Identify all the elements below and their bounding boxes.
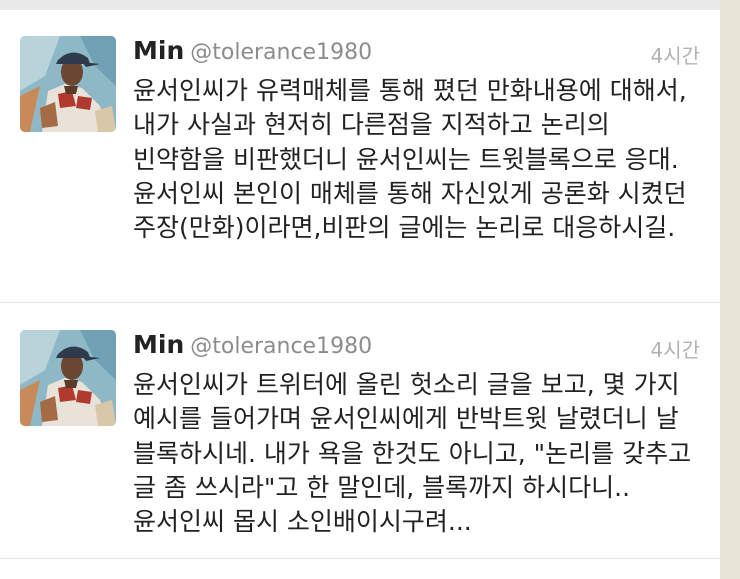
tweet-timestamp[interactable]: 4시간: [650, 334, 700, 363]
tweet-text: 윤서인씨가 유력매체를 통해 폈던 만화내용에 대해서, 내가 사실과 현저히 …: [133, 76, 687, 243]
user-handle[interactable]: @tolerance1980: [190, 40, 372, 65]
user-name[interactable]: Min: [133, 36, 184, 65]
top-edge-bar: [0, 0, 720, 10]
divider: [0, 558, 720, 559]
tweet-timestamp[interactable]: 4시간: [650, 40, 700, 69]
tweet-header: Min @tolerance1980 4시간: [133, 36, 700, 72]
right-scroll-strip: [720, 0, 740, 579]
user-handle[interactable]: @tolerance1980: [190, 334, 372, 359]
tweet-item[interactable]: Min @tolerance1980 4시간 윤서인씨가 유력매체를 통해 폈던 …: [0, 32, 720, 303]
tweet-header: Min @tolerance1980 4시간: [133, 330, 700, 366]
baseball-player-painting-icon: [20, 36, 116, 132]
user-name[interactable]: Min: [133, 330, 184, 359]
avatar[interactable]: [20, 36, 116, 132]
tweet-text: 윤서인씨가 트위터에 올린 헛소리 글을 보고, 몇 가지 예시를 들어가며 윤…: [133, 370, 692, 537]
baseball-player-painting-icon: [20, 330, 116, 426]
divider: [0, 302, 720, 303]
tweet-feed: Min @tolerance1980 4시간 윤서인씨가 유력매체를 통해 폈던 …: [0, 10, 720, 579]
tweet-item[interactable]: Min @tolerance1980 4시간 윤서인씨가 트위터에 올린 헛소리 …: [0, 326, 720, 556]
avatar[interactable]: [20, 330, 116, 426]
